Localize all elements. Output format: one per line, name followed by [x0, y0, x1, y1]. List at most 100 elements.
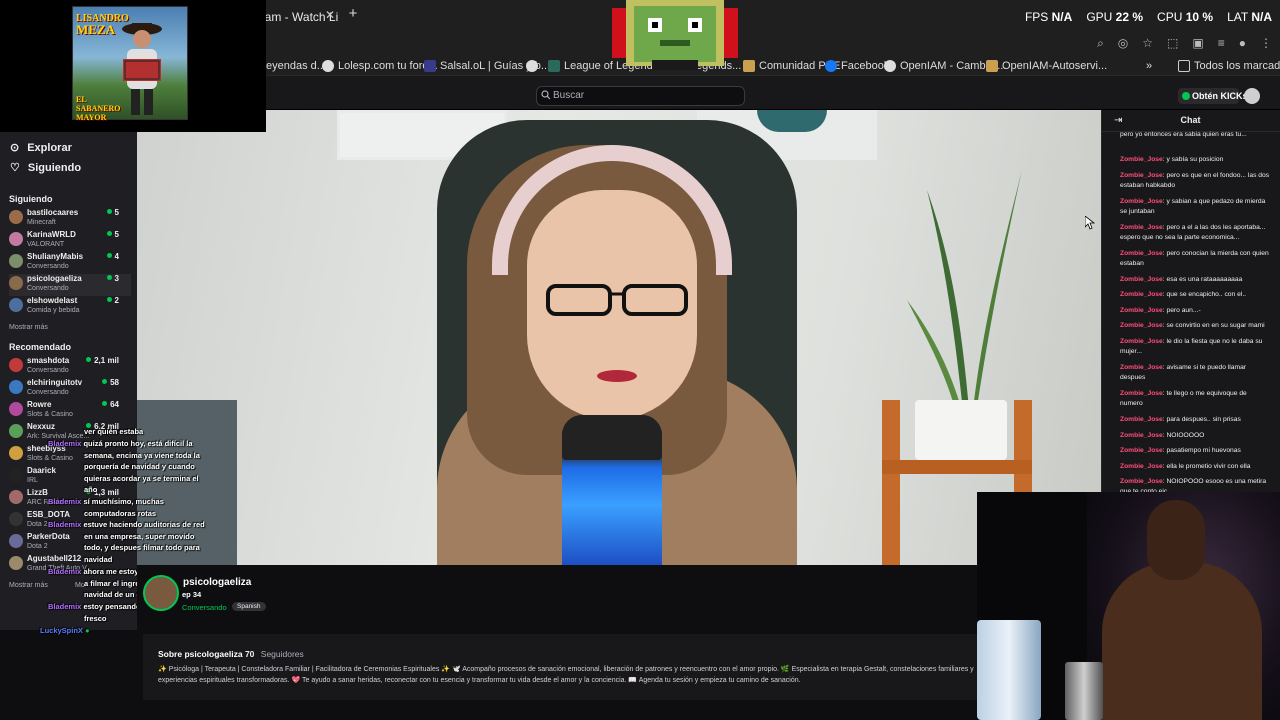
- following-header: Siguiendo: [9, 194, 53, 204]
- about-title: Sobre psicologaeliza 70 Seguidores: [158, 649, 304, 659]
- nav-following[interactable]: ♡ Siguiendo: [10, 161, 81, 175]
- media-icon[interactable]: ≡: [1218, 36, 1225, 51]
- eye-off-icon[interactable]: ◎: [1118, 36, 1128, 51]
- chat-message: Zombie_Jose: ella le prometio vivir con …: [1120, 463, 1251, 470]
- kicks-icon: [1182, 92, 1190, 100]
- show-more-link[interactable]: Mostrar más: [9, 582, 48, 589]
- sidebar-channel[interactable]: smashdota Conversando 2,1 mil: [9, 356, 131, 378]
- chat-message: Zombie_Jose: pero aun...-: [1120, 307, 1201, 314]
- avatar: [9, 232, 23, 246]
- sidebar-channel[interactable]: ShulianyMabis Conversando 4: [9, 252, 131, 274]
- avatar: [9, 402, 23, 416]
- bookmarks-overflow[interactable]: »: [1146, 59, 1152, 73]
- overlay-line: año: [84, 485, 98, 494]
- avatar: [9, 446, 23, 460]
- extension-puzzle-icon[interactable]: ⬚: [1167, 36, 1178, 51]
- chat-message: Zombie_Jose: pero es que en el fondoo...…: [1120, 172, 1270, 189]
- webcam-person-body: [1102, 562, 1262, 720]
- overlay-line: fresco: [84, 614, 107, 623]
- stat-cpu: CPU 10 %: [1157, 10, 1214, 24]
- sidebar-channel[interactable]: KarinaWRLD VALORANT 5: [9, 230, 131, 252]
- overlay-line: semana, encima ya viene toda la: [84, 451, 200, 460]
- chat-message: Zombie_Jose: se convirtio en en su sugar…: [1120, 322, 1265, 329]
- close-tab-icon[interactable]: ✕: [323, 8, 337, 22]
- bookmark-item[interactable]: eyendas d...: [266, 59, 326, 73]
- overlay-line: ver quién estaba: [84, 427, 144, 436]
- avatar: [9, 556, 23, 570]
- avatar: [9, 424, 23, 438]
- avatar: [9, 380, 23, 394]
- wall-decoration: [757, 110, 827, 132]
- openiam-icon: [986, 60, 998, 72]
- profile-icon[interactable]: ●: [1239, 36, 1246, 51]
- webcam-overlay: [977, 492, 1280, 720]
- extensions-icon[interactable]: ▣: [1192, 36, 1203, 51]
- channel-name[interactable]: psicologaeliza: [183, 577, 251, 588]
- overlay-line: en una empresa, super movido: [84, 532, 195, 541]
- about-description: ✨ Psicóloga | Terapeuta | Consteladora F…: [158, 666, 974, 684]
- menu-dots-icon[interactable]: ⋮: [1260, 36, 1272, 51]
- all-bookmarks[interactable]: Todos los marcadores: [1178, 59, 1280, 73]
- nav-explore[interactable]: ⊙ Explorar: [10, 141, 72, 155]
- avatar: [9, 490, 23, 504]
- sidebar-channel[interactable]: elchiringuitotv Conversando 58: [9, 378, 131, 400]
- avatar: [9, 254, 23, 268]
- stream-category[interactable]: Conversando: [182, 603, 227, 612]
- chat-title: Chat: [1180, 115, 1201, 125]
- video-player[interactable]: [137, 110, 1101, 565]
- drink-can: [1065, 662, 1103, 720]
- overlay-line: porquería de navidad y cuando: [84, 462, 195, 471]
- performance-overlay: FPS N/A GPU 22 % CPU 10 % LAT N/A: [1025, 10, 1272, 26]
- chat-message: Zombie_Jose: esa es una rataaaaaaaaa: [1120, 276, 1243, 283]
- sidebar-channel[interactable]: elshowdelast Comida y bebida 2: [9, 296, 131, 318]
- sidebar-channel-active[interactable]: psicologaeliza Conversando 3: [9, 274, 131, 296]
- chat-message: Zombie_Jose: y sabía su posicion: [1120, 156, 1224, 163]
- bookmark-item[interactable]: OpenIAM-Autoservi...: [986, 59, 1107, 73]
- chat-message: Zombie_Jose: NOIOOOOO: [1120, 432, 1205, 439]
- avatar: [9, 358, 23, 372]
- pixel-character-overlay: [612, 0, 738, 70]
- user-avatar[interactable]: [1244, 88, 1260, 104]
- s-icon: [424, 60, 436, 72]
- channel-avatar[interactable]: [143, 575, 179, 611]
- stream-title: ep 34: [182, 590, 202, 599]
- stat-gpu: GPU 22 %: [1086, 10, 1144, 24]
- facebook-icon: [825, 60, 837, 72]
- chat-message: Zombie_Jose: y sabian a que pedazo de mi…: [1120, 198, 1266, 215]
- language-tag[interactable]: Spanish: [232, 602, 266, 611]
- drink-can: [977, 620, 1041, 720]
- compass-icon: ⊙: [10, 142, 20, 154]
- sidebar-channel[interactable]: Rowre Slots & Casino 64: [9, 400, 131, 422]
- show-more-link[interactable]: Mostrar más: [9, 324, 48, 331]
- search-icon: [541, 90, 551, 100]
- glasses: [546, 284, 688, 316]
- avatar: [9, 512, 23, 526]
- microphone-grille: [562, 415, 662, 460]
- chat-message: pero yo entonces era sabia quien eras tu…: [1120, 131, 1247, 138]
- chat-message: Zombie_Jose: para despues.. sin prisas: [1120, 416, 1241, 423]
- bookmark-item[interactable]: Lolesp.com tu foro...: [322, 59, 438, 73]
- chat-message: Zombie_Jose: te llego o me equivoque de …: [1120, 390, 1247, 407]
- bookmark-item[interactable]: [526, 59, 538, 73]
- new-tab-icon[interactable]: +: [345, 6, 361, 22]
- chat-message: Zombie_Jose: pero a el a las dos les apo…: [1120, 224, 1266, 241]
- heart-icon: ♡: [10, 162, 20, 174]
- star-icon[interactable]: ☆: [1142, 36, 1153, 51]
- avatar: [9, 276, 23, 290]
- now-playing-overlay: LISANDRO MEZA EL SABANERO MAYOR: [0, 0, 266, 132]
- sidebar-channel[interactable]: bastilocaares Minecraft 5: [9, 208, 131, 230]
- stat-lat: LAT N/A: [1227, 10, 1272, 24]
- avatar: [9, 468, 23, 482]
- globe-icon: [322, 60, 334, 72]
- overlay-line: Blademix estuve haciendo auditorias de r…: [48, 520, 205, 529]
- avatar: [9, 534, 23, 548]
- chat-message: Zombie_Jose: avisame si te puedo llamar …: [1120, 364, 1247, 381]
- zoom-icon[interactable]: ⌕: [1097, 36, 1104, 51]
- plant-pot: [915, 400, 1007, 460]
- search-input[interactable]: Buscar: [536, 86, 745, 106]
- lips: [597, 370, 637, 382]
- overlay-line: navidad: [84, 555, 113, 564]
- chat-message: Zombie_Jose: le dio la fiesta que no le …: [1120, 338, 1263, 355]
- bookmark-item[interactable]: Facebook: [825, 59, 889, 73]
- overlay-line: quieras acordar ya se termina el: [84, 474, 199, 483]
